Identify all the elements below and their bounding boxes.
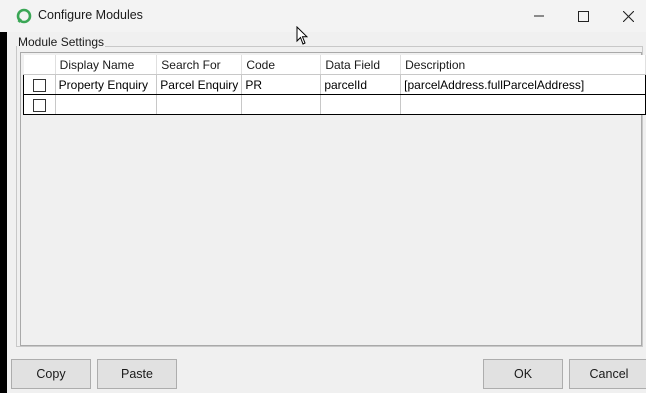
table-row: Property Enquiry Parcel Enquiry PR parce…	[23, 74, 646, 95]
code-cell[interactable]	[241, 94, 322, 115]
maximize-button[interactable]	[560, 0, 606, 32]
column-header[interactable]: Code	[241, 55, 322, 75]
data-field-cell[interactable]	[320, 94, 402, 115]
row-checkbox[interactable]	[32, 78, 46, 92]
ok-button[interactable]: OK	[483, 359, 563, 389]
row-checkbox[interactable]	[32, 98, 46, 112]
description-cell[interactable]	[400, 94, 646, 115]
row-selector-header[interactable]	[23, 55, 56, 75]
module-grid: Display Name Search For Code Data Field …	[23, 55, 646, 115]
close-icon	[622, 10, 634, 22]
mouse-cursor-icon	[296, 26, 308, 45]
search-for-cell[interactable]	[156, 94, 243, 115]
paste-button[interactable]: Paste	[97, 359, 177, 389]
module-settings-label: Module Settings	[17, 35, 106, 49]
row-checkbox-cell[interactable]	[23, 94, 56, 115]
column-header[interactable]: Search For	[156, 55, 243, 75]
column-header[interactable]: Data Field	[320, 55, 402, 75]
row-checkbox-cell[interactable]	[23, 74, 56, 95]
app-icon	[16, 8, 32, 24]
close-button[interactable]	[605, 0, 646, 32]
description-cell[interactable]: [parcelAddress.fullParcelAddress]	[400, 74, 646, 95]
display-name-cell[interactable]: Property Enquiry	[54, 74, 158, 95]
display-name-cell[interactable]	[54, 94, 158, 115]
code-cell[interactable]: PR	[241, 74, 322, 95]
copy-button[interactable]: Copy	[11, 359, 91, 389]
search-for-cell[interactable]: Parcel Enquiry	[156, 74, 243, 95]
data-field-cell[interactable]: parcelId	[320, 74, 402, 95]
window-edge	[0, 32, 7, 393]
column-header[interactable]: Display Name	[55, 55, 158, 75]
window-title: Configure Modules	[38, 8, 143, 22]
minimize-button[interactable]	[516, 0, 562, 32]
minimize-icon	[534, 15, 544, 17]
table-row	[23, 94, 646, 115]
title-bar: Configure Modules	[0, 0, 646, 32]
maximize-icon	[577, 10, 589, 22]
column-header[interactable]: Description	[400, 55, 646, 75]
cancel-button[interactable]: Cancel	[569, 359, 646, 389]
